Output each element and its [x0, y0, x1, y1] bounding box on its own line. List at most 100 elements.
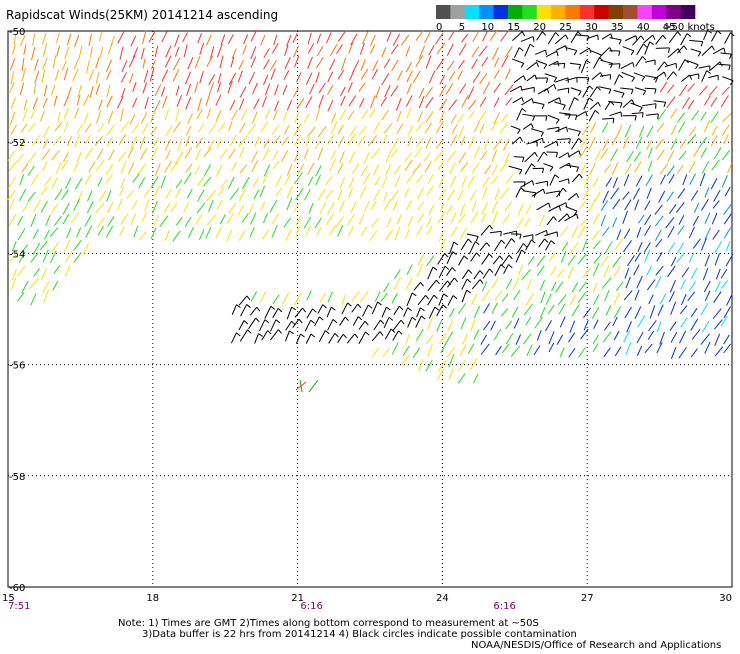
wind-barb	[41, 268, 46, 280]
wind-barb	[518, 265, 522, 275]
wind-barb	[441, 341, 447, 353]
wind-barb	[553, 63, 564, 64]
wind-barb	[397, 111, 401, 122]
wind-barb	[671, 138, 676, 149]
wind-barb	[677, 165, 683, 173]
wind-barb	[44, 230, 49, 239]
wind-barb	[516, 250, 521, 262]
wind-barb	[404, 153, 411, 163]
wind-barb	[428, 344, 433, 357]
wind-barb	[492, 212, 497, 225]
wind-barb	[61, 160, 68, 171]
wind-barb	[677, 253, 685, 262]
wind-barb	[264, 75, 268, 85]
wind-barb	[304, 189, 310, 200]
wind-barb	[473, 71, 480, 82]
wind-barb-flag	[653, 35, 655, 39]
wind-barb	[493, 47, 499, 59]
wind-barb	[724, 134, 729, 144]
wind-barb-flag	[520, 234, 521, 239]
wind-barb	[239, 189, 245, 201]
wind-barb	[96, 72, 99, 83]
wind-barb	[482, 254, 490, 265]
wind-barb	[505, 46, 512, 57]
wind-barb	[260, 291, 265, 302]
wind-barb	[645, 344, 652, 353]
wind-barb	[425, 32, 431, 43]
wind-barb	[261, 121, 268, 131]
wind-barb	[326, 214, 334, 226]
wind-barb	[655, 205, 663, 215]
wind-barb	[130, 114, 135, 124]
wind-barb	[472, 201, 476, 212]
wind-barb	[31, 214, 36, 227]
wind-barb	[176, 108, 180, 121]
wind-barb	[514, 48, 519, 58]
wind-barb-flag	[553, 217, 556, 221]
wind-barb	[681, 318, 688, 327]
wind-barb-flag	[555, 175, 559, 178]
wind-barb	[408, 216, 413, 227]
wind-barb	[75, 35, 79, 47]
wind-barb	[64, 240, 70, 252]
wind-barb	[566, 165, 579, 167]
wind-barb	[250, 307, 256, 315]
wind-barb	[570, 242, 578, 253]
wind-barb	[107, 190, 111, 201]
wind-barb	[165, 230, 169, 241]
wind-barb	[8, 177, 16, 189]
wind-barb	[669, 204, 676, 213]
wind-barb	[325, 176, 332, 185]
wind-barb	[106, 60, 111, 72]
wind-barb	[62, 190, 69, 200]
wind-barb	[448, 296, 453, 306]
wind-barb	[52, 151, 59, 161]
wind-barb	[689, 74, 699, 76]
wind-barb	[593, 343, 598, 352]
wind-barb	[680, 305, 687, 313]
wind-barb	[516, 188, 521, 198]
wind-barb	[88, 191, 92, 202]
wind-barb-flag	[490, 225, 493, 229]
wind-barb-flag	[640, 107, 643, 111]
wind-barb	[352, 291, 359, 301]
wind-barb	[285, 175, 291, 186]
wind-barb	[693, 239, 700, 249]
wind-barb	[536, 181, 548, 183]
wind-barb	[64, 68, 67, 80]
wind-barb	[656, 239, 662, 247]
wind-barb	[594, 254, 602, 264]
wind-barb	[613, 317, 618, 326]
wind-barb	[349, 95, 356, 106]
wind-barb	[109, 150, 115, 160]
wind-barb	[9, 214, 16, 226]
wind-barb	[679, 59, 685, 70]
wind-barb	[527, 345, 532, 356]
wind-barb-flag	[453, 296, 457, 299]
time-label: 7:51	[8, 601, 30, 612]
wind-barb	[634, 265, 639, 276]
wind-barb	[143, 83, 147, 94]
wind-barb	[645, 76, 657, 78]
wind-barb-flag	[533, 116, 535, 121]
wind-barb	[712, 126, 717, 135]
wind-barb-flag	[522, 250, 526, 253]
wind-barb-flag	[569, 139, 570, 144]
wind-barb	[296, 188, 303, 200]
wind-barb	[568, 255, 575, 265]
wind-barb-flag	[609, 89, 611, 94]
wind-barb	[429, 45, 435, 55]
wind-barb-flag	[576, 115, 577, 120]
wind-barb	[610, 38, 622, 40]
wind-barb	[216, 227, 222, 238]
wind-barb	[605, 242, 612, 254]
wind-barb	[439, 175, 444, 188]
wind-barb	[557, 139, 571, 140]
wind-barb	[241, 109, 247, 120]
wind-barb	[413, 348, 420, 358]
wind-barb	[65, 178, 71, 189]
wind-barb	[262, 230, 269, 240]
wind-barb	[547, 127, 559, 129]
wind-barb	[473, 374, 478, 383]
wind-barb	[417, 308, 421, 317]
